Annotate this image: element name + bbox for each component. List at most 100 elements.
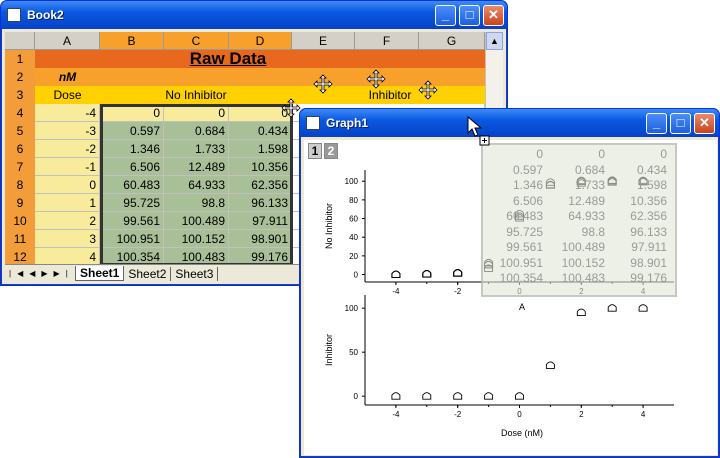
x-tick-label: 2 (579, 410, 584, 419)
ghost-value: 64.933 (568, 209, 605, 223)
ghost-value: 99.561 (506, 240, 543, 254)
dose-cell[interactable]: 1 (35, 194, 100, 212)
row-header-4[interactable]: 4 (5, 104, 35, 122)
column-header-d[interactable]: D (229, 32, 292, 50)
ghost-value: 0.434 (636, 162, 667, 177)
ghost-value: 0.684 (574, 162, 605, 177)
move-cursor-icon (281, 98, 301, 118)
tab-sheet2[interactable]: Sheet2 (124, 266, 172, 281)
y-tick-label: 100 (345, 177, 359, 186)
y-tick-label: 80 (349, 196, 358, 205)
data-point (391, 270, 401, 278)
data-point (453, 392, 463, 400)
ghost-value: 96.133 (630, 224, 667, 239)
ghost-value: 98.901 (630, 255, 667, 270)
ghost-value: 0 (536, 147, 543, 161)
y-tick-label: 0 (354, 392, 359, 401)
data-point (607, 304, 617, 312)
tab-sheet3[interactable]: Sheet3 (171, 266, 219, 281)
graph-close-button[interactable]: ✕ (694, 113, 715, 134)
data-point (515, 392, 524, 400)
move-cursor-icon (313, 74, 333, 94)
dose-cell[interactable]: -3 (35, 122, 100, 140)
dose-cell[interactable]: 3 (35, 230, 100, 248)
title-cell: Raw Data (189, 49, 267, 68)
maximize-button[interactable]: □ (459, 5, 480, 26)
data-point (422, 392, 432, 400)
tab-sheet1[interactable]: Sheet1 (75, 266, 125, 281)
dose-cell[interactable]: -1 (35, 158, 100, 176)
drag-preview: 0 0 0 0.597 0.684 0.434 1.346 1.733 1.598 6.506 12… (481, 143, 677, 297)
select-all-corner[interactable] (5, 32, 35, 50)
row-header-8[interactable]: 8 (5, 176, 35, 194)
row-header-10[interactable]: 10 (5, 212, 35, 230)
ghost-value: 12.489 (568, 193, 605, 208)
no-inhibitor-label: No Inhibitor (165, 88, 227, 102)
column-header-e[interactable]: E (292, 32, 355, 50)
row-header-1[interactable]: 1 (5, 50, 35, 68)
dose-cell[interactable]: -2 (35, 140, 100, 158)
dose-cell[interactable]: -4 (35, 104, 100, 122)
dose-cell[interactable]: 4 (35, 248, 100, 264)
graph-window: Graph1 _ □ ✕ 1 2 020406080100-4-2024No I… (299, 108, 720, 458)
column-header-a[interactable]: A (35, 32, 100, 50)
y-tick-label: 100 (345, 304, 359, 313)
row-header-3[interactable]: 3 (5, 86, 35, 104)
ghost-value: 0.597 (512, 162, 543, 177)
scroll-up-arrow[interactable]: ▲ (486, 32, 503, 50)
row-header-9[interactable]: 9 (5, 194, 35, 212)
drag-copy-cursor-icon (467, 116, 490, 146)
graph-titlebar[interactable]: Graph1 _ □ ✕ (300, 109, 719, 137)
x-tick-label: -2 (454, 287, 462, 296)
x-axis-label: Dose (nM) (501, 428, 543, 438)
minimize-button[interactable]: _ (435, 5, 456, 26)
y-tick-label: 50 (349, 348, 358, 357)
x-tick-label: 4 (641, 410, 646, 419)
ghost-value: 6.506 (512, 193, 543, 208)
ghost-value: 1.733 (574, 178, 605, 192)
x-tick-label: -4 (392, 287, 400, 296)
book-title: Book2 (27, 8, 64, 22)
ghost-value: 100.354 (499, 271, 543, 285)
move-cursor-icon (418, 80, 438, 100)
graph-icon (306, 116, 320, 130)
y-tick-label: 40 (349, 233, 358, 242)
data-point (422, 270, 432, 278)
book-titlebar[interactable]: Book2 _ □ ✕ (1, 1, 507, 29)
row-header-7[interactable]: 7 (5, 158, 35, 176)
data-point (453, 269, 463, 277)
ghost-value: 98.8 (581, 224, 605, 239)
book-icon (7, 8, 21, 22)
data-point (545, 361, 555, 369)
ghost-value: 99.176 (630, 271, 667, 285)
column-header-c[interactable]: C (164, 32, 229, 50)
graph-maximize-button[interactable]: □ (670, 113, 691, 134)
graph-minimize-button[interactable]: _ (646, 113, 667, 134)
ghost-value: 1.346 (512, 178, 543, 192)
ghost-value: 97.911 (631, 240, 667, 254)
close-button[interactable]: ✕ (483, 5, 504, 26)
ghost-value: 10.356 (630, 193, 667, 208)
column-header-b[interactable]: B (100, 32, 164, 50)
ghost-value: 100.152 (561, 255, 605, 270)
tab-nav-arrows[interactable]: |◀◀▶▶| (5, 269, 75, 278)
row-header-2[interactable]: 2 (5, 68, 35, 86)
row-header-5[interactable]: 5 (5, 122, 35, 140)
dose-cell[interactable]: 2 (35, 212, 100, 230)
inhibitor-ylabel: Inhibitor (324, 334, 334, 366)
row-header-6[interactable]: 6 (5, 140, 35, 158)
ghost-value: 95.725 (506, 224, 543, 239)
data-point (576, 308, 586, 317)
ghost-value: 1.598 (636, 178, 667, 192)
y-tick-label: 20 (349, 252, 358, 261)
ghost-value: 0 (660, 147, 667, 161)
dose-label: Dose (53, 88, 82, 102)
row-header-12[interactable]: 12 (5, 248, 35, 264)
dose-cell[interactable]: 0 (35, 176, 100, 194)
ghost-value: 100.483 (561, 271, 605, 285)
x-tick-label: -2 (454, 410, 462, 419)
column-header-f[interactable]: F (355, 32, 419, 50)
column-header-g[interactable]: G (419, 32, 485, 50)
data-point (484, 392, 494, 400)
row-header-11[interactable]: 11 (5, 230, 35, 248)
